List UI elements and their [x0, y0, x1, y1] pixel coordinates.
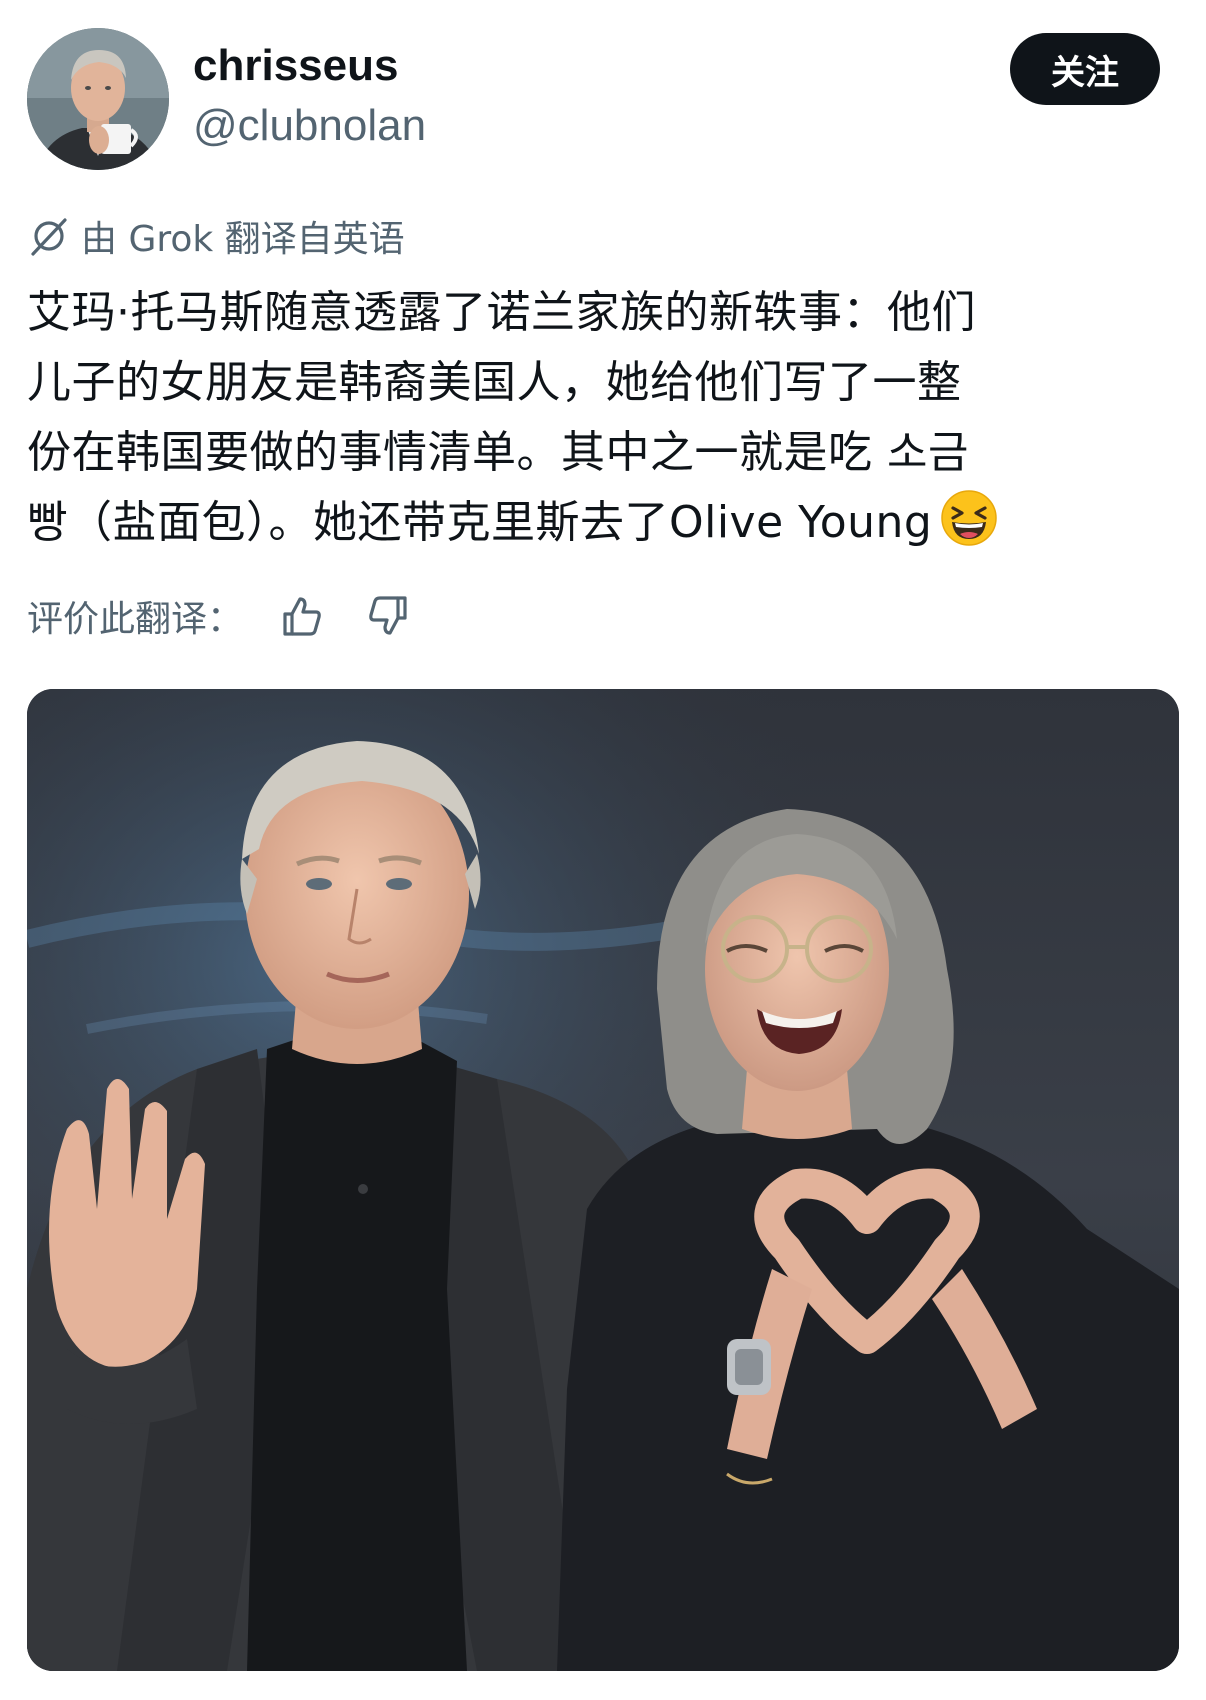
rate-translation: 评价此翻译：	[27, 588, 413, 644]
tweet-text: 艾玛·托马斯随意透露了诺兰家族的新轶事：他们 儿子的女朋友是韩裔美国人，她给他们…	[27, 278, 1185, 558]
photo-image	[27, 689, 1179, 1671]
tweet-text-line: 艾玛·托马斯随意透露了诺兰家族的新轶事：他们	[27, 287, 976, 338]
tweet-text-line: 儿子的女朋友是韩裔美国人，她给他们写了一整	[27, 357, 962, 408]
tweet-text-line-last: 빵（盐面包）。她还带克里斯去了Olive Young	[27, 488, 1185, 558]
thumbs-down-icon[interactable]	[365, 592, 413, 640]
tweet-photo[interactable]	[27, 689, 1179, 1671]
user-identity[interactable]: chrisseus @clubnolan	[193, 36, 426, 156]
rate-translation-label: 评价此翻译：	[27, 599, 244, 640]
tweet-text-fragment: 빵（盐面包）。她还带克里斯去了Olive Young	[27, 497, 933, 548]
tweet-card: chrisseus @clubnolan 关注 由 Grok 翻译自英语 艾玛·…	[0, 0, 1206, 1700]
follow-button[interactable]: 关注	[1010, 33, 1160, 105]
thumbs-up-icon[interactable]	[277, 592, 325, 640]
user-handle[interactable]: @clubnolan	[193, 96, 426, 156]
avatar-image	[27, 28, 169, 170]
grinning-squinting-face-emoji-icon	[940, 489, 998, 547]
display-name[interactable]: chrisseus	[193, 36, 426, 96]
grok-icon	[27, 214, 71, 258]
avatar[interactable]	[27, 28, 169, 170]
translation-attribution: 由 Grok 翻译自英语	[27, 208, 405, 264]
translation-label: 由 Grok 翻译自英语	[81, 219, 405, 260]
tweet-text-line: 份在韩国要做的事情清单。其中之一就是吃 소금	[27, 427, 969, 478]
